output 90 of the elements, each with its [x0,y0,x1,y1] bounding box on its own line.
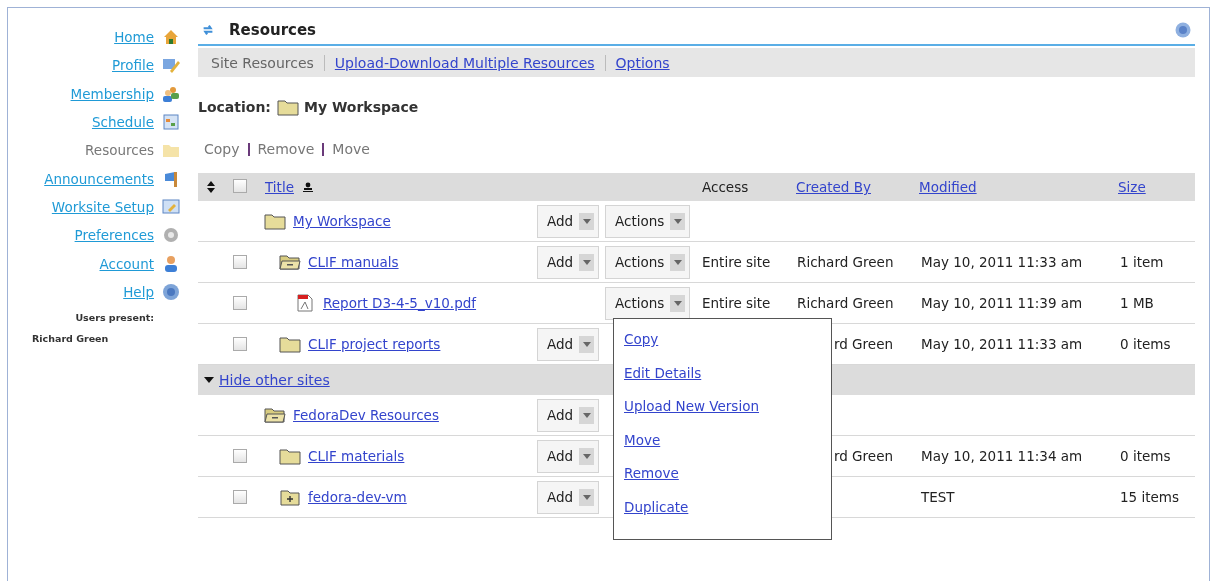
location-value: My Workspace [303,99,419,115]
table-cell: May 10, 2011 11:34 am [921,448,1083,464]
table-cell: 1 MB [1120,295,1154,311]
row-checkbox[interactable] [233,255,247,269]
people-icon[interactable] [162,84,180,103]
sidebar-item[interactable]: Resources [85,142,154,159]
column-header: Access [702,179,749,195]
tab[interactable]: Upload-Download Multiple Resources [334,54,595,71]
pdf-file-icon [294,294,316,312]
caret-icon [673,218,682,224]
add-button[interactable]: Add [537,480,600,514]
users-present-label: Users present: [74,311,155,323]
add-button[interactable]: Add [537,398,600,432]
caret-icon [582,453,591,459]
table-cell: 1 item [1120,254,1164,270]
folder-icon [279,447,301,465]
row-checkbox[interactable] [233,337,247,351]
table-cell: rd Green [833,448,893,464]
resource-link[interactable]: CLIF materials [308,448,405,464]
table-cell: rd Green [833,336,893,352]
bulk-action[interactable]: Move [332,141,370,157]
resource-link[interactable]: fedora-dev-vm [308,489,407,505]
add-button[interactable]: Add [537,204,600,238]
resource-link[interactable]: CLIF project reports [308,336,441,352]
calendar-icon[interactable] [162,113,180,132]
menu-item[interactable]: Move [624,431,661,448]
bulk-action[interactable]: Remove [257,141,315,157]
folder-plus-icon [279,488,301,506]
resource-link[interactable]: Report D3-4-5_v10.pdf [323,295,477,311]
resource-link[interactable]: My Workspace [293,213,391,229]
table-cell: May 10, 2011 11:39 am [921,295,1083,311]
open-folder-icon [279,253,301,271]
add-button[interactable]: Add [537,245,600,279]
toggle-link[interactable]: Hide other sites [219,372,330,388]
refresh-icon[interactable] [201,22,215,37]
open-folder-icon [264,406,286,424]
caret-icon [673,259,682,265]
row-checkbox[interactable] [233,296,247,310]
bulk-action[interactable]: Copy [204,141,240,157]
sort-icon[interactable] [207,181,215,193]
table-cell: Entire site [702,254,771,270]
flag-icon[interactable] [162,169,180,188]
tab[interactable]: Site Resources [211,54,314,71]
menu-item[interactable]: Remove [624,465,679,481]
card-pencil-icon[interactable] [162,56,180,75]
row-checkbox[interactable] [233,449,247,463]
caret-icon [582,259,591,265]
menu-item[interactable]: Copy [624,331,659,347]
caret-icon [582,494,591,500]
actions-button[interactable]: Actions [605,286,691,320]
table-cell: 0 items [1120,336,1171,352]
person-icon[interactable] [162,254,180,273]
tab[interactable]: Options [615,54,670,71]
column-header[interactable]: Size [1118,179,1146,195]
menu-item[interactable]: Upload New Version [624,398,759,414]
table-cell: Entire site [702,295,771,311]
table-cell: 0 items [1120,448,1171,464]
window-icon[interactable] [162,197,180,216]
table-cell: TEST [921,489,955,505]
caret-icon [582,218,591,224]
table-cell: Richard Green [797,254,894,270]
resource-link[interactable]: FedoraDev Resources [293,407,439,423]
caret-icon [673,300,682,306]
select-all-checkbox[interactable] [233,179,247,193]
location-label: Location: [198,99,271,115]
folder-icon [264,212,286,230]
add-button[interactable]: Add [537,327,600,361]
column-header[interactable]: Created By [796,179,871,195]
folder-icon [276,98,299,116]
house-icon[interactable] [162,28,180,47]
actions-button[interactable]: Actions [605,245,691,279]
column-header[interactable]: Title [265,179,294,195]
column-header[interactable]: Modified [919,179,977,195]
table-cell: Richard Green [797,295,894,311]
add-button[interactable]: Add [537,439,600,473]
sort-person-icon[interactable] [303,182,313,192]
menu-item[interactable]: Duplicate [624,498,689,515]
collapse-icon[interactable] [204,377,214,383]
folder-icon [279,335,301,353]
table-cell: May 10, 2011 11:33 am [921,254,1083,270]
table-cell: May 10, 2011 11:33 am [921,336,1083,352]
table-cell: 15 items [1120,489,1179,505]
caret-icon [582,341,591,347]
tool-title: Resources [229,20,318,39]
caret-icon [582,412,591,418]
menu-item[interactable]: Edit Details [624,364,702,381]
actions-button[interactable]: Actions [605,204,691,238]
row-checkbox[interactable] [233,490,247,504]
resource-link[interactable]: CLIF manuals [308,254,399,270]
user-name: Richard Green [32,332,110,344]
